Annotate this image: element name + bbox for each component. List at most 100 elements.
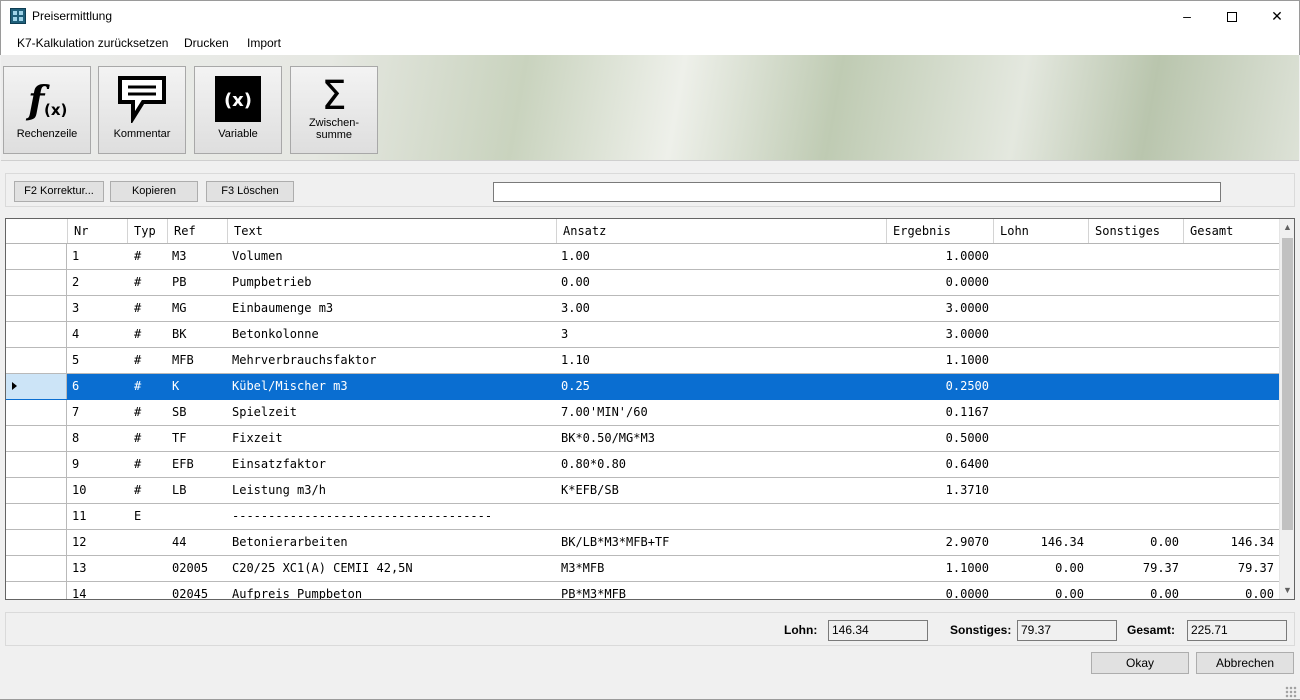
cell-sonstiges[interactable] [1089,504,1184,529]
cell-nr[interactable]: 13 [68,556,128,581]
row-header[interactable] [6,530,67,555]
cell-text[interactable]: Einsatzfaktor [228,452,557,477]
cell-text[interactable]: Mehrverbrauchsfaktor [228,348,557,373]
cell-typ[interactable]: E [128,504,168,529]
table-row[interactable]: 9 # EFB Einsatzfaktor 0.80*0.80 0.6400 [6,452,1279,478]
cell-sonstiges[interactable] [1089,348,1184,373]
cell-typ[interactable] [128,556,168,581]
cell-ref[interactable]: 44 [168,530,228,555]
cell-sonstiges[interactable]: 0.00 [1089,530,1184,555]
cell-nr[interactable]: 10 [68,478,128,503]
cell-ref[interactable]: MG [168,296,228,321]
table-row[interactable]: 8 # TF Fixzeit BK*0.50/MG*M3 0.5000 [6,426,1279,452]
menu-reset-k7[interactable]: K7-Kalkulation zurücksetzen [17,36,168,50]
row-header[interactable] [6,426,67,451]
cell-ergebnis[interactable]: 2.9070 [887,530,994,555]
cell-sonstiges[interactable]: 0.00 [1089,582,1184,599]
cell-ergebnis[interactable]: 1.0000 [887,244,994,269]
table-row[interactable]: 11 E ------------------------------------ [6,504,1279,530]
cell-ergebnis[interactable]: 0.2500 [887,374,994,399]
cell-lohn[interactable] [994,244,1089,269]
row-header[interactable] [6,478,67,503]
cell-lohn[interactable]: 146.34 [994,530,1089,555]
cell-sonstiges[interactable] [1089,478,1184,503]
cell-ref[interactable]: PB [168,270,228,295]
table-row[interactable]: 5 # MFB Mehrverbrauchsfaktor 1.10 1.1000 [6,348,1279,374]
copy-button[interactable]: Kopieren [110,181,198,202]
cell-typ[interactable]: # [128,452,168,477]
cell-ansatz[interactable] [557,504,887,529]
cell-ergebnis[interactable]: 3.0000 [887,296,994,321]
correction-button[interactable]: F2 Korrektur... [14,181,104,202]
cell-lohn[interactable] [994,400,1089,425]
cell-ref[interactable]: EFB [168,452,228,477]
column-header-ref[interactable]: Ref [168,219,228,243]
row-header[interactable] [6,452,67,477]
cell-text[interactable]: Einbaumenge m3 [228,296,557,321]
table-row[interactable]: 6 # K Kübel/Mischer m3 0.25 0.2500 [6,374,1279,400]
row-header[interactable] [6,322,67,347]
cell-lohn[interactable] [994,322,1089,347]
cell-lohn[interactable] [994,478,1089,503]
cell-typ[interactable]: # [128,374,168,399]
cell-typ[interactable]: # [128,270,168,295]
cell-sonstiges[interactable] [1089,296,1184,321]
cell-lohn[interactable] [994,426,1089,451]
row-header[interactable] [6,582,67,599]
row-header[interactable] [6,244,67,269]
cell-ansatz[interactable]: 3.00 [557,296,887,321]
cell-gesamt[interactable]: 146.34 [1184,530,1279,555]
cell-nr[interactable]: 12 [68,530,128,555]
cell-ref[interactable]: BK [168,322,228,347]
cell-ergebnis[interactable]: 1.1000 [887,348,994,373]
cell-text[interactable]: Fixzeit [228,426,557,451]
row-header[interactable] [6,556,67,581]
cell-nr[interactable]: 4 [68,322,128,347]
cell-lohn[interactable] [994,270,1089,295]
cell-ref[interactable]: LB [168,478,228,503]
close-button[interactable]: ✕ [1254,1,1300,31]
cell-gesamt[interactable] [1184,322,1279,347]
cell-sonstiges[interactable]: 79.37 [1089,556,1184,581]
cell-text[interactable]: Pumpbetrieb [228,270,557,295]
cell-typ[interactable]: # [128,296,168,321]
cell-ergebnis[interactable]: 0.0000 [887,582,994,599]
table-row[interactable]: 4 # BK Betonkolonne 3 3.0000 [6,322,1279,348]
cell-sonstiges[interactable] [1089,452,1184,477]
cell-lohn[interactable]: 0.00 [994,582,1089,599]
cell-ergebnis[interactable]: 0.0000 [887,270,994,295]
cell-sonstiges[interactable] [1089,244,1184,269]
cell-ansatz[interactable]: BK*0.50/MG*M3 [557,426,887,451]
cell-typ[interactable]: # [128,322,168,347]
cell-text[interactable]: C20/25 XC1(A) CEMII 42,5N [228,556,557,581]
cell-sonstiges[interactable] [1089,426,1184,451]
cell-nr[interactable]: 1 [68,244,128,269]
table-row[interactable]: 2 # PB Pumpbetrieb 0.00 0.0000 [6,270,1279,296]
cell-gesamt[interactable] [1184,400,1279,425]
cell-text[interactable]: Betonkolonne [228,322,557,347]
okay-button[interactable]: Okay [1091,652,1189,674]
resize-grip[interactable] [1285,686,1297,698]
kommentar-button[interactable]: Kommentar [98,66,186,154]
cell-nr[interactable]: 8 [68,426,128,451]
cell-gesamt[interactable] [1184,452,1279,477]
cell-ergebnis[interactable] [887,504,994,529]
cell-gesamt[interactable] [1184,270,1279,295]
row-header[interactable] [6,400,67,425]
rechenzeile-button[interactable]: f (x) Rechenzeile [3,66,91,154]
cell-text[interactable]: Spielzeit [228,400,557,425]
cell-ansatz[interactable]: PB*M3*MFB [557,582,887,599]
scroll-down-icon[interactable]: ▼ [1280,582,1294,599]
cell-lohn[interactable] [994,504,1089,529]
cell-text[interactable]: Kübel/Mischer m3 [228,374,557,399]
cell-ergebnis[interactable]: 0.1167 [887,400,994,425]
row-header[interactable] [6,504,67,529]
cell-ergebnis[interactable]: 1.3710 [887,478,994,503]
cell-ref[interactable]: M3 [168,244,228,269]
scroll-up-icon[interactable]: ▲ [1280,219,1294,236]
maximize-button[interactable] [1209,1,1255,31]
cell-nr[interactable]: 3 [68,296,128,321]
cell-ansatz[interactable]: BK/LB*M3*MFB+TF [557,530,887,555]
cell-typ[interactable] [128,582,168,599]
column-header-text[interactable]: Text [228,219,557,243]
